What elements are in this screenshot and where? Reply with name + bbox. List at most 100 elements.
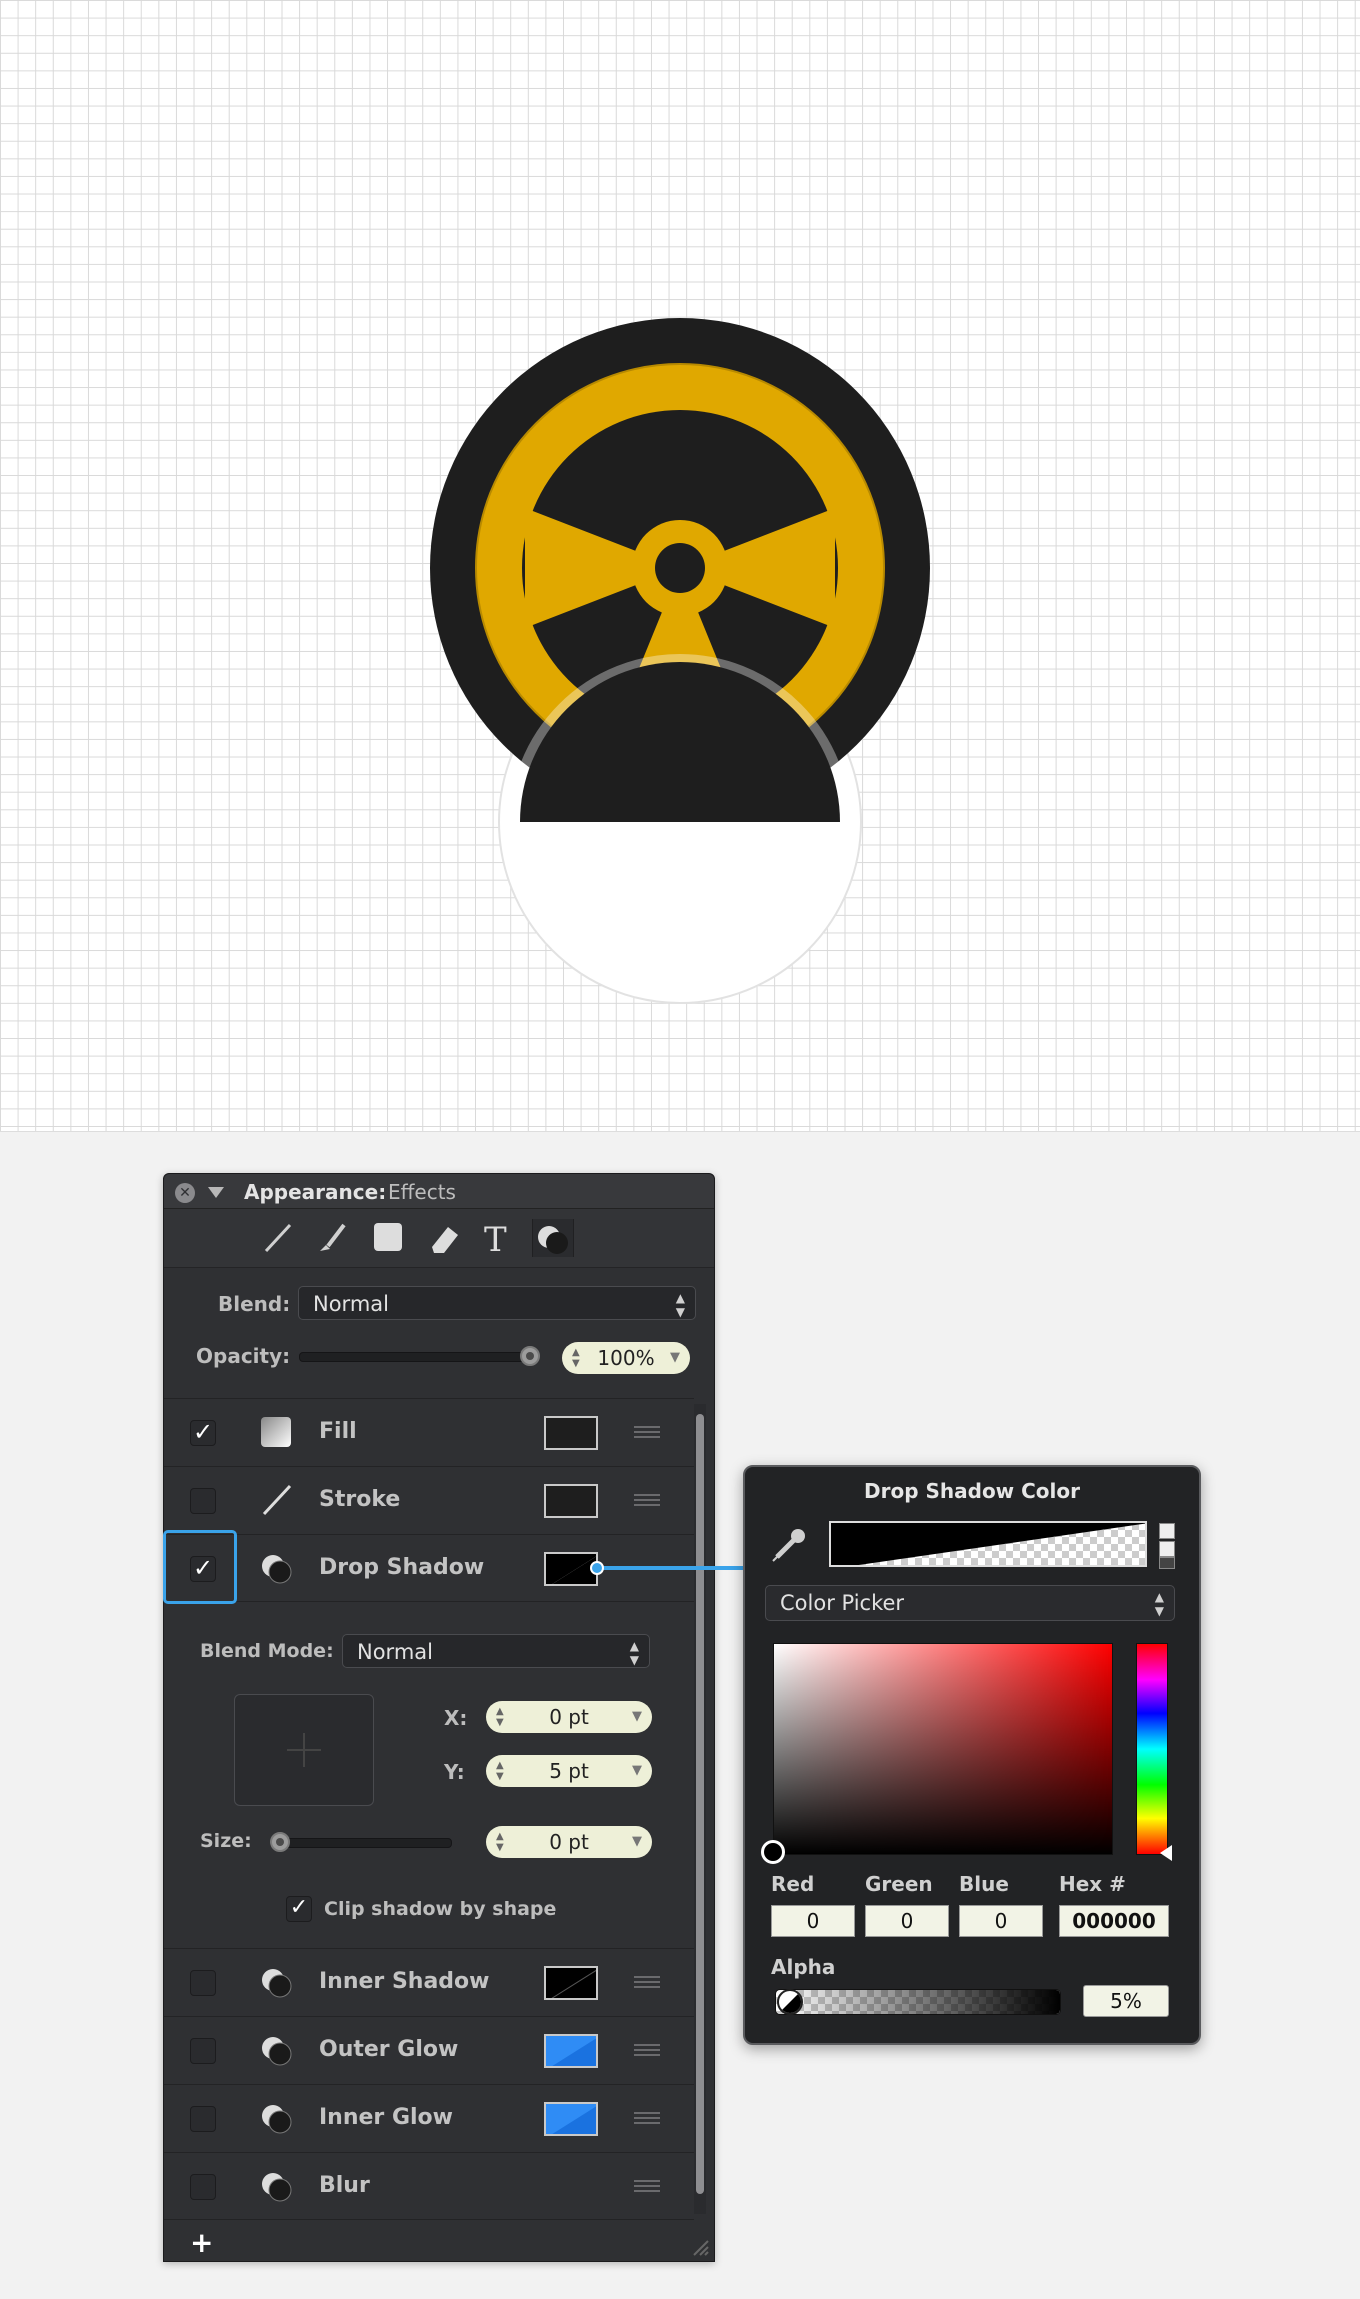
inner-shadow-color-swatch[interactable] [544, 1966, 598, 2000]
inner-glow-color-swatch[interactable] [544, 2102, 598, 2136]
swatch-toggle-middle[interactable] [1159, 1541, 1175, 1557]
swatch-toggle-bottom[interactable] [1159, 1557, 1175, 1569]
drop-shadow-icon [262, 1555, 292, 1584]
inner-glow-checkbox[interactable] [190, 2106, 216, 2132]
drag-handle-icon[interactable] [634, 2044, 660, 2056]
panel-subtitle: Effects [388, 1180, 456, 1204]
green-label: Green [865, 1872, 933, 1896]
panel-scrollbar[interactable] [694, 1404, 706, 2214]
alpha-field[interactable]: 5% [1083, 1985, 1169, 2017]
blue-field[interactable]: 0 [959, 1905, 1043, 1937]
blend-mode-select[interactable]: Normal ▲ ▼ [342, 1634, 650, 1668]
line-tool-icon[interactable] [258, 1219, 298, 1257]
y-offset-stepper[interactable]: ▲ ▼ 5 pt ▼ [486, 1755, 652, 1787]
size-slider[interactable] [270, 1838, 452, 1848]
x-offset-stepper[interactable]: ▲ ▼ 0 pt ▼ [486, 1701, 652, 1733]
blend-mode-value: Normal [357, 1640, 433, 1664]
stroke-checkbox[interactable] [190, 1488, 216, 1514]
outer-glow-color-swatch[interactable] [544, 2034, 598, 2068]
size-stepper[interactable]: ▲ ▼ 0 pt ▼ [486, 1826, 652, 1858]
red-field[interactable]: 0 [771, 1905, 855, 1937]
blend-value: Normal [313, 1292, 389, 1316]
inner-glow-icon [262, 2105, 292, 2134]
fill-checkbox[interactable]: ✓ [190, 1420, 216, 1446]
alpha-label: Alpha [771, 1955, 836, 1979]
center-dot [655, 543, 705, 593]
drag-handle-icon[interactable] [634, 2180, 660, 2192]
effect-row-inner-glow[interactable]: Inner Glow [164, 2084, 694, 2151]
x-offset-value: 0 pt [549, 1705, 589, 1729]
opacity-slider-knob[interactable] [520, 1346, 540, 1366]
add-effect-button[interactable]: + [190, 2226, 213, 2259]
stepper-arrows-icon[interactable]: ▲ ▼ [572, 1347, 580, 1369]
design-canvas[interactable] [0, 0, 1360, 1132]
clip-shadow-checkbox[interactable]: ✓ [286, 1896, 312, 1922]
effect-row-stroke[interactable]: Stroke [164, 1466, 694, 1533]
drag-handle-icon[interactable] [634, 1426, 660, 1438]
blur-checkbox[interactable] [190, 2174, 216, 2200]
shadow-offset-pad[interactable] [234, 1694, 374, 1806]
fill-color-swatch[interactable] [544, 1416, 598, 1450]
disclosure-triangle-icon[interactable] [208, 1187, 224, 1198]
panel-titlebar[interactable]: ✕ Appearance: Effects [164, 1174, 714, 1209]
dropdown-arrow-icon[interactable]: ▼ [632, 1701, 642, 1733]
drag-handle-icon[interactable] [634, 1494, 660, 1506]
stepper-arrows-icon[interactable]: ▲ ▼ [496, 1760, 504, 1782]
effect-row-inner-shadow[interactable]: Inner Shadow [164, 1948, 694, 2015]
color-field-cursor[interactable] [761, 1840, 785, 1864]
alpha-slider-knob[interactable] [777, 1989, 803, 2015]
blur-icon [262, 2173, 292, 2202]
saturation-value-field[interactable] [773, 1643, 1113, 1855]
size-label: Size: [200, 1830, 252, 1852]
close-icon[interactable]: ✕ [175, 1183, 195, 1203]
color-mode-select[interactable]: Color Picker ▲ ▼ [765, 1585, 1175, 1621]
drop-shadow-label: Drop Shadow [319, 1555, 485, 1580]
drag-handle-icon[interactable] [634, 1976, 660, 1988]
inner-shadow-checkbox[interactable] [190, 1970, 216, 1996]
outer-glow-checkbox[interactable] [190, 2038, 216, 2064]
radiation-icon-artwork[interactable] [0, 0, 1360, 1131]
clip-shadow-label: Clip shadow by shape [324, 1898, 557, 1920]
opacity-slider[interactable] [299, 1352, 537, 1362]
drop-shadow-color-popover: Drop Shadow Color Color Picker ▲ ▼ Red Gr… [743, 1465, 1201, 2045]
dropdown-arrow-icon[interactable]: ▼ [670, 1342, 680, 1374]
hue-marker-icon[interactable] [1160, 1845, 1172, 1861]
stepper-arrows-icon[interactable]: ▲ ▼ [496, 1831, 504, 1853]
blend-select[interactable]: Normal ▲ ▼ [298, 1286, 696, 1320]
alpha-slider[interactable] [775, 1989, 1061, 2015]
hue-slider[interactable] [1136, 1643, 1168, 1855]
eyedropper-icon[interactable] [769, 1525, 809, 1565]
opacity-stepper[interactable]: ▲ ▼ 100% ▼ [562, 1342, 690, 1374]
color-gradient-well[interactable] [829, 1521, 1147, 1567]
x-label: X: [444, 1706, 468, 1730]
eraser-tool-icon[interactable] [424, 1219, 464, 1257]
stroke-icon [262, 1484, 292, 1516]
green-field[interactable]: 0 [865, 1905, 949, 1937]
dropdown-arrow-icon[interactable]: ▼ [632, 1826, 642, 1858]
panel-title: Appearance: [244, 1180, 387, 1204]
dropdown-arrow-icon[interactable]: ▼ [632, 1755, 642, 1787]
effects-tool-icon[interactable] [532, 1219, 574, 1257]
blend-label: Blend: [218, 1292, 291, 1316]
inner-glow-label: Inner Glow [319, 2105, 453, 2130]
effect-row-outer-glow[interactable]: Outer Glow [164, 2016, 694, 2083]
resize-grip-icon[interactable] [692, 2239, 710, 2257]
shape-tool-icon[interactable] [368, 1219, 408, 1257]
blur-label: Blur [319, 2173, 370, 2198]
opacity-value: 100% [597, 1346, 655, 1370]
brush-tool-icon[interactable] [312, 1219, 352, 1257]
effect-row-blur[interactable]: Blur [164, 2152, 694, 2220]
text-tool-icon[interactable]: T [478, 1219, 518, 1260]
fill-icon [261, 1417, 291, 1447]
swatch-toggle-top[interactable] [1159, 1523, 1175, 1539]
effect-row-fill[interactable]: ✓ Fill [164, 1398, 694, 1465]
stroke-color-swatch[interactable] [544, 1484, 598, 1518]
stepper-arrows-icon[interactable]: ▲ ▼ [496, 1706, 504, 1728]
hex-field[interactable]: 000000 [1059, 1905, 1169, 1937]
scrollbar-thumb[interactable] [696, 1414, 704, 2194]
effects-toolbar: T [164, 1209, 714, 1268]
size-slider-knob[interactable] [270, 1832, 290, 1852]
popover-title: Drop Shadow Color [864, 1479, 1080, 1503]
fill-label: Fill [319, 1419, 357, 1444]
drag-handle-icon[interactable] [634, 2112, 660, 2124]
